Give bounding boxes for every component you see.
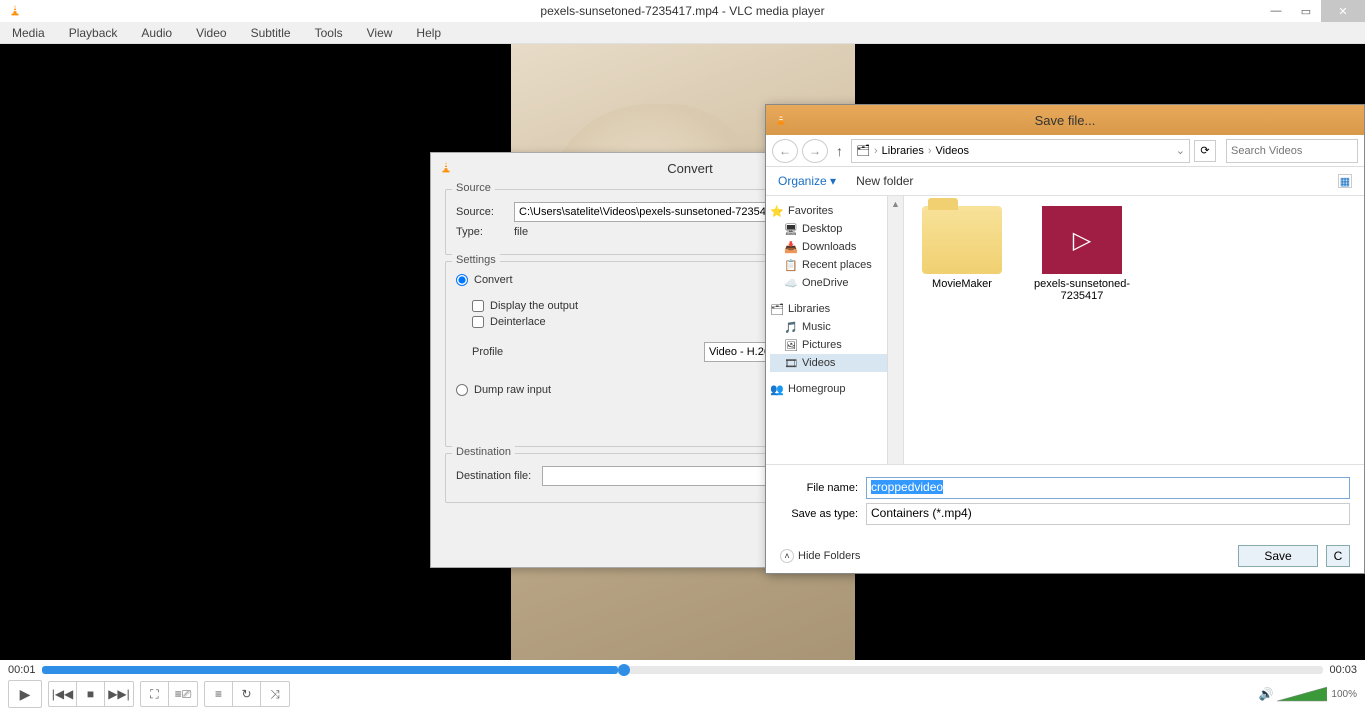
video-file-icon: ▷ [1042, 206, 1122, 274]
prev-button[interactable]: |◀◀ [49, 682, 77, 706]
next-button[interactable]: ▶▶| [105, 682, 133, 706]
random-button[interactable]: ⤨ [261, 682, 289, 706]
chevron-down-icon[interactable]: ⌄ [1176, 144, 1185, 157]
volume-slider[interactable] [1277, 685, 1327, 703]
file-list[interactable]: MovieMaker ▷ pexels-sunsetoned-7235417 [904, 196, 1364, 464]
save-dialog-title: Save file... [766, 105, 1364, 135]
new-folder-button[interactable]: New folder [856, 174, 913, 188]
vlc-icon [439, 161, 453, 175]
volume-label: 100% [1331, 689, 1357, 700]
tree-recent[interactable]: 📋Recent places [770, 256, 899, 274]
savetype-label: Save as type: [780, 508, 858, 520]
menu-help[interactable]: Help [410, 24, 447, 42]
menu-view[interactable]: View [361, 24, 399, 42]
videos-icon: 🎞 [784, 356, 798, 370]
star-icon: ⭐ [770, 204, 784, 218]
tree-desktop[interactable]: 🖥Desktop [770, 220, 899, 238]
window-title: pexels-sunsetoned-7235417.mp4 - VLC medi… [540, 4, 824, 18]
save-toolbar: Organize ▾ New folder ▦ [766, 167, 1364, 195]
nav-forward-button[interactable]: → [802, 139, 828, 163]
stop-button[interactable]: ■ [77, 682, 105, 706]
chevron-up-icon: ˄ [780, 549, 794, 563]
address-bar[interactable]: 🗂 › Libraries › Videos ⌄ [851, 139, 1190, 163]
ext-settings-button[interactable]: ≡⎚ [169, 682, 197, 706]
close-button[interactable]: ✕ [1321, 0, 1365, 22]
seek-row: 00:01 00:03 [0, 660, 1365, 676]
desktop-icon: 🖥 [784, 222, 798, 236]
time-total: 00:03 [1329, 664, 1357, 676]
menu-playback[interactable]: Playback [63, 24, 124, 42]
fullscreen-button[interactable]: ⛶ [141, 682, 169, 706]
tree-favorites[interactable]: ⭐Favorites [770, 202, 899, 220]
seek-bar[interactable] [42, 666, 1324, 674]
time-current: 00:01 [8, 664, 36, 676]
filename-label: File name: [780, 482, 858, 494]
savetype-select[interactable]: Containers (*.mp4) [866, 503, 1350, 525]
display-output-checkbox[interactable] [472, 300, 484, 312]
save-navbar: ← → ↑ 🗂 › Libraries › Videos ⌄ ⟳ [766, 135, 1364, 167]
nav-up-button[interactable]: ↑ [832, 143, 847, 159]
profile-label: Profile [472, 346, 572, 358]
hide-folders-button[interactable]: ˄ Hide Folders [780, 549, 860, 563]
tree-onedrive[interactable]: ☁️OneDrive [770, 274, 899, 292]
cloud-icon: ☁️ [784, 276, 798, 290]
folder-icon [922, 206, 1002, 274]
loop-button[interactable]: ↻ [233, 682, 261, 706]
play-button[interactable]: ▶ [8, 680, 42, 708]
organize-menu[interactable]: Organize ▾ [778, 174, 836, 188]
controls-row: ▶ |◀◀ ■ ▶▶| ⛶ ≡⎚ ≡ ↻ ⤨ 🔊 100% [0, 676, 1365, 712]
tree-libraries[interactable]: 🗂Libraries [770, 300, 899, 318]
view-icon[interactable]: ▦ [1338, 174, 1352, 188]
menu-video[interactable]: Video [190, 24, 232, 42]
source-label: Source: [456, 206, 508, 218]
library-icon: 🗂 [856, 144, 870, 158]
speaker-icon[interactable]: 🔊 [1258, 687, 1273, 701]
convert-radio[interactable] [456, 274, 468, 286]
type-label: Type: [456, 226, 508, 238]
type-value: file [514, 226, 528, 238]
tree-music[interactable]: 🎵Music [770, 318, 899, 336]
tree-pictures[interactable]: 🖼Pictures [770, 336, 899, 354]
maximize-button[interactable]: ▭ [1291, 0, 1321, 22]
tree-videos[interactable]: 🎞Videos [770, 354, 899, 372]
save-button[interactable]: Save [1238, 545, 1318, 567]
menubar: Media Playback Audio Video Subtitle Tool… [0, 22, 1365, 44]
homegroup-icon: 👥 [770, 382, 784, 396]
file-item-folder[interactable]: MovieMaker [914, 206, 1010, 290]
menu-tools[interactable]: Tools [309, 24, 349, 42]
file-item-video[interactable]: ▷ pexels-sunsetoned-7235417 [1034, 206, 1130, 302]
tree-downloads[interactable]: 📥Downloads [770, 238, 899, 256]
deinterlace-checkbox[interactable] [472, 316, 484, 328]
filename-input[interactable]: croppedvideo [866, 477, 1350, 499]
nav-back-button[interactable]: ← [772, 139, 798, 163]
menu-subtitle[interactable]: Subtitle [245, 24, 297, 42]
menu-media[interactable]: Media [6, 24, 51, 42]
dump-raw-radio[interactable] [456, 384, 468, 396]
save-file-dialog: Save file... ← → ↑ 🗂 › Libraries › Video… [765, 104, 1365, 574]
recent-icon: 📋 [784, 258, 798, 272]
refresh-button[interactable]: ⟳ [1194, 140, 1216, 162]
cancel-button[interactable]: C [1326, 545, 1350, 567]
tree-homegroup[interactable]: 👥Homegroup [770, 380, 899, 398]
pictures-icon: 🖼 [784, 338, 798, 352]
menu-audio[interactable]: Audio [135, 24, 178, 42]
library-icon: 🗂 [770, 302, 784, 316]
search-input[interactable] [1226, 139, 1358, 163]
tree-scrollbar[interactable]: ▲ [887, 196, 903, 464]
playlist-button[interactable]: ≡ [205, 682, 233, 706]
main-titlebar: pexels-sunsetoned-7235417.mp4 - VLC medi… [0, 0, 1365, 22]
vlc-icon [8, 4, 22, 18]
folder-tree: ⭐Favorites 🖥Desktop 📥Downloads 📋Recent p… [766, 196, 904, 464]
vlc-icon [774, 113, 788, 127]
downloads-icon: 📥 [784, 240, 798, 254]
minimize-button[interactable]: — [1261, 0, 1291, 22]
music-icon: 🎵 [784, 320, 798, 334]
dest-label: Destination file: [456, 470, 536, 482]
